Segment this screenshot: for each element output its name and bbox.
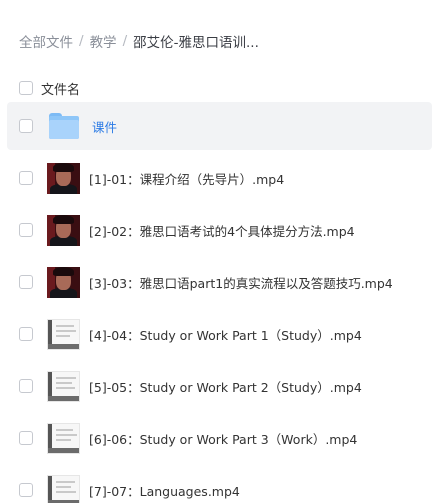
row-checkbox[interactable] xyxy=(19,379,33,393)
file-row[interactable]: [2]-02：雅思口语考试的4个具体提分方法.mp4 xyxy=(7,206,432,254)
file-list-header: 文件名 xyxy=(19,79,80,98)
row-checkbox[interactable] xyxy=(19,431,33,445)
file-name[interactable]: [5]-05：Study or Work Part 2（Study）.mp4 xyxy=(89,377,362,396)
file-row[interactable]: [3]-03：雅思口语part1的真实流程以及答题技巧.mp4 xyxy=(7,258,432,306)
breadcrumb-teaching[interactable]: 教学 xyxy=(90,31,117,51)
file-name[interactable]: [4]-04：Study or Work Part 1（Study）.mp4 xyxy=(89,325,362,344)
breadcrumb: 全部文件 / 教学 / 邵艾伦-雅思口语训... xyxy=(19,31,259,51)
video-thumbnail-icon xyxy=(47,474,80,503)
row-checkbox[interactable] xyxy=(19,119,33,133)
column-header-filename[interactable]: 文件名 xyxy=(41,79,80,98)
file-name[interactable]: [2]-02：雅思口语考试的4个具体提分方法.mp4 xyxy=(89,221,355,240)
select-all-checkbox[interactable] xyxy=(19,81,33,95)
file-row[interactable]: [4]-04：Study or Work Part 1（Study）.mp4 xyxy=(7,310,432,358)
breadcrumb-separator: / xyxy=(122,33,128,49)
file-row[interactable]: [6]-06：Study or Work Part 3（Work）.mp4 xyxy=(7,414,432,462)
video-thumbnail-icon xyxy=(47,422,80,454)
row-checkbox[interactable] xyxy=(19,327,33,341)
row-checkbox[interactable] xyxy=(19,483,33,497)
file-row[interactable]: [1]-01：课程介绍（先导片）.mp4 xyxy=(7,154,432,202)
breadcrumb-all-files[interactable]: 全部文件 xyxy=(19,31,73,51)
row-checkbox[interactable] xyxy=(19,275,33,289)
file-row-folder[interactable]: 课件 xyxy=(7,102,432,150)
file-name[interactable]: [3]-03：雅思口语part1的真实流程以及答题技巧.mp4 xyxy=(89,273,393,292)
folder-icon xyxy=(49,113,79,139)
file-name[interactable]: [7]-07：Languages.mp4 xyxy=(89,481,240,500)
file-row[interactable]: [5]-05：Study or Work Part 2（Study）.mp4 xyxy=(7,362,432,410)
video-thumbnail-icon xyxy=(47,162,80,194)
breadcrumb-current-folder: 邵艾伦-雅思口语训... xyxy=(133,35,259,51)
file-name[interactable]: [6]-06：Study or Work Part 3（Work）.mp4 xyxy=(89,429,357,448)
video-thumbnail-icon xyxy=(47,266,80,298)
video-thumbnail-icon xyxy=(47,214,80,246)
breadcrumb-separator: / xyxy=(79,33,84,49)
file-row[interactable]: [7]-07：Languages.mp4 xyxy=(7,466,432,503)
row-checkbox[interactable] xyxy=(19,171,33,185)
file-name[interactable]: [1]-01：课程介绍（先导片）.mp4 xyxy=(89,169,284,188)
video-thumbnail-icon xyxy=(47,370,80,402)
folder-name-link[interactable]: 课件 xyxy=(92,117,117,136)
video-thumbnail-icon xyxy=(47,318,80,350)
row-checkbox[interactable] xyxy=(19,223,33,237)
